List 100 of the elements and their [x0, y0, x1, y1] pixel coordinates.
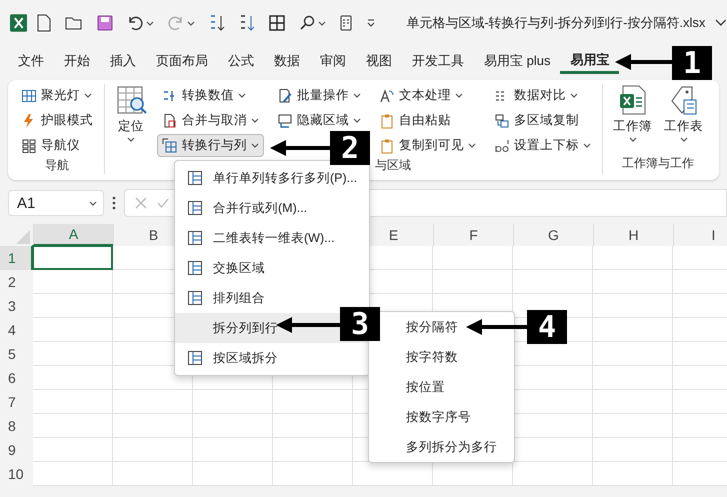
window-title: 单元格与区域-转换行与列-拆分列到行-按分隔符.xlsx — [406, 14, 706, 32]
new-file-icon[interactable] — [37, 14, 52, 32]
table-icon — [187, 200, 203, 216]
pointer-arrow — [276, 317, 340, 333]
ribbon-button[interactable]: 转换行与列 — [157, 134, 264, 157]
spreadsheet-logo-icon[interactable] — [10, 14, 28, 32]
clipboard-icon — [379, 112, 395, 128]
more-options-icon[interactable] — [112, 196, 116, 210]
ribbon-button[interactable]: 合并与取消 — [157, 109, 264, 132]
menu-item[interactable]: 单行单列转多行多列(P)... — [175, 163, 369, 193]
menu-item[interactable]: 按区域拆分 — [175, 343, 369, 373]
undo-icon[interactable] — [127, 15, 144, 31]
ribbon-button[interactable]: 隐藏区域 — [272, 109, 366, 132]
chevron-down-icon — [146, 20, 154, 26]
pointer-arrow — [615, 54, 672, 70]
ribbon-button[interactable]: 复制到可见 — [374, 134, 481, 157]
sort-ascending-icon[interactable] — [209, 14, 226, 32]
name-box[interactable]: A1 — [8, 190, 104, 216]
row-header[interactable]: 5 — [0, 342, 33, 366]
ribbon-button[interactable]: 文本处理 — [374, 84, 481, 107]
column-header[interactable]: A — [33, 224, 113, 246]
step-number-badge: 4 — [527, 310, 567, 344]
ribbon-button[interactable]: 导航仪 — [16, 134, 98, 157]
folder-icon[interactable] — [65, 16, 84, 30]
ribbon-tab[interactable]: 插入 — [100, 47, 146, 75]
group-label: 导航 — [44, 157, 70, 174]
menu-item[interactable]: 合并行或列(M)... — [175, 193, 369, 223]
ribbon-large-button[interactable]: 工作簿 — [611, 84, 654, 155]
ribbon-tab[interactable]: 开发工具 — [402, 47, 474, 75]
menu-item[interactable]: 交换区域 — [175, 253, 369, 283]
column-header[interactable]: I — [673, 224, 727, 246]
ribbon-button[interactable]: 多区域复制 — [489, 109, 596, 132]
row-header[interactable]: 7 — [0, 390, 33, 414]
check-icon[interactable] — [157, 197, 169, 209]
row-header[interactable]: 9 — [0, 438, 33, 462]
chevron-down-icon — [187, 20, 196, 26]
group-label: 工作簿与工作 — [621, 155, 695, 172]
ribbon-button[interactable]: 设置上下标 — [489, 134, 596, 157]
customize-caret-icon[interactable] — [366, 19, 376, 27]
active-cell[interactable] — [32, 245, 113, 270]
ribbon-tab[interactable]: 视图 — [356, 47, 402, 75]
window-arrow-icon — [277, 112, 293, 128]
row-header[interactable]: 1 — [0, 246, 33, 270]
ribbon-tab[interactable]: 公式 — [218, 47, 264, 75]
document-icon — [162, 112, 178, 128]
row-header[interactable]: 2 — [0, 270, 33, 294]
ribbon-large-button[interactable]: 工作表 — [662, 84, 705, 155]
sort-descending-icon[interactable] — [239, 14, 256, 32]
column-header[interactable]: H — [593, 224, 673, 246]
copy-areas-icon — [494, 112, 510, 128]
row-header[interactable]: 3 — [0, 294, 33, 318]
ribbon-tab[interactable]: 开始 — [54, 47, 100, 75]
table-icon — [187, 230, 203, 246]
save-icon[interactable] — [97, 15, 114, 31]
borders-icon[interactable] — [269, 15, 286, 31]
ribbon-tab[interactable]: 文件 — [8, 47, 54, 75]
menu-item[interactable]: 按位置 — [369, 372, 514, 402]
form-icon[interactable] — [340, 15, 352, 31]
ribbon-tab[interactable]: 审阅 — [310, 47, 356, 75]
grid-icon — [21, 88, 37, 104]
column-header[interactable]: G — [513, 224, 593, 246]
table-arrows-icon — [162, 138, 178, 154]
menu-item[interactable]: 多列拆分为多行 — [369, 432, 514, 462]
table-icon — [187, 170, 203, 186]
step-number-badge: 1 — [672, 46, 712, 80]
row-header[interactable]: 8 — [0, 414, 33, 438]
chevron-down-icon — [89, 200, 97, 206]
ribbon-tab[interactable]: 数据 — [264, 47, 310, 75]
column-header[interactable]: F — [433, 224, 513, 246]
pointer-arrow — [466, 319, 527, 335]
menu-item[interactable]: 按数字序号 — [369, 402, 514, 432]
chevron-down-icon[interactable] — [715, 19, 727, 27]
ribbon-button[interactable]: 数据对比 — [489, 84, 596, 107]
table-icon — [187, 350, 203, 366]
ribbon-button[interactable]: 自由粘贴 — [374, 109, 481, 132]
ribbon-button[interactable]: 转换数值 — [157, 84, 264, 107]
row-header[interactable]: 10 — [0, 462, 33, 486]
superscript-icon — [494, 138, 510, 154]
table-icon — [187, 260, 203, 276]
search-icon[interactable] — [299, 15, 316, 31]
clipboard-icon — [379, 138, 395, 154]
ribbon-tab[interactable]: 易用宝 plus — [474, 47, 560, 75]
tiles-icon — [21, 138, 37, 154]
group-label: 与区域 — [374, 157, 412, 174]
pencil-page-icon — [277, 88, 293, 104]
ribbon-button[interactable]: 聚光灯 — [16, 84, 98, 107]
text-icon — [379, 88, 395, 104]
row-header[interactable]: 4 — [0, 318, 33, 342]
ribbon-button[interactable]: 护眼模式 — [16, 109, 98, 132]
ribbon-tab[interactable]: 页面布局 — [146, 47, 218, 75]
table-icon — [187, 290, 203, 306]
magnifier-grid-icon — [115, 84, 147, 116]
row-header[interactable]: 6 — [0, 366, 33, 390]
menu-item[interactable]: 按字符数 — [369, 342, 514, 372]
step-number-badge: 2 — [330, 131, 370, 165]
chevron-down-icon — [318, 20, 326, 26]
step-number-badge: 3 — [340, 307, 380, 341]
pointer-arrow — [270, 140, 330, 156]
ribbon-large-button[interactable]: 定位 — [113, 84, 149, 157]
ribbon-button[interactable]: 批量操作 — [272, 84, 366, 107]
